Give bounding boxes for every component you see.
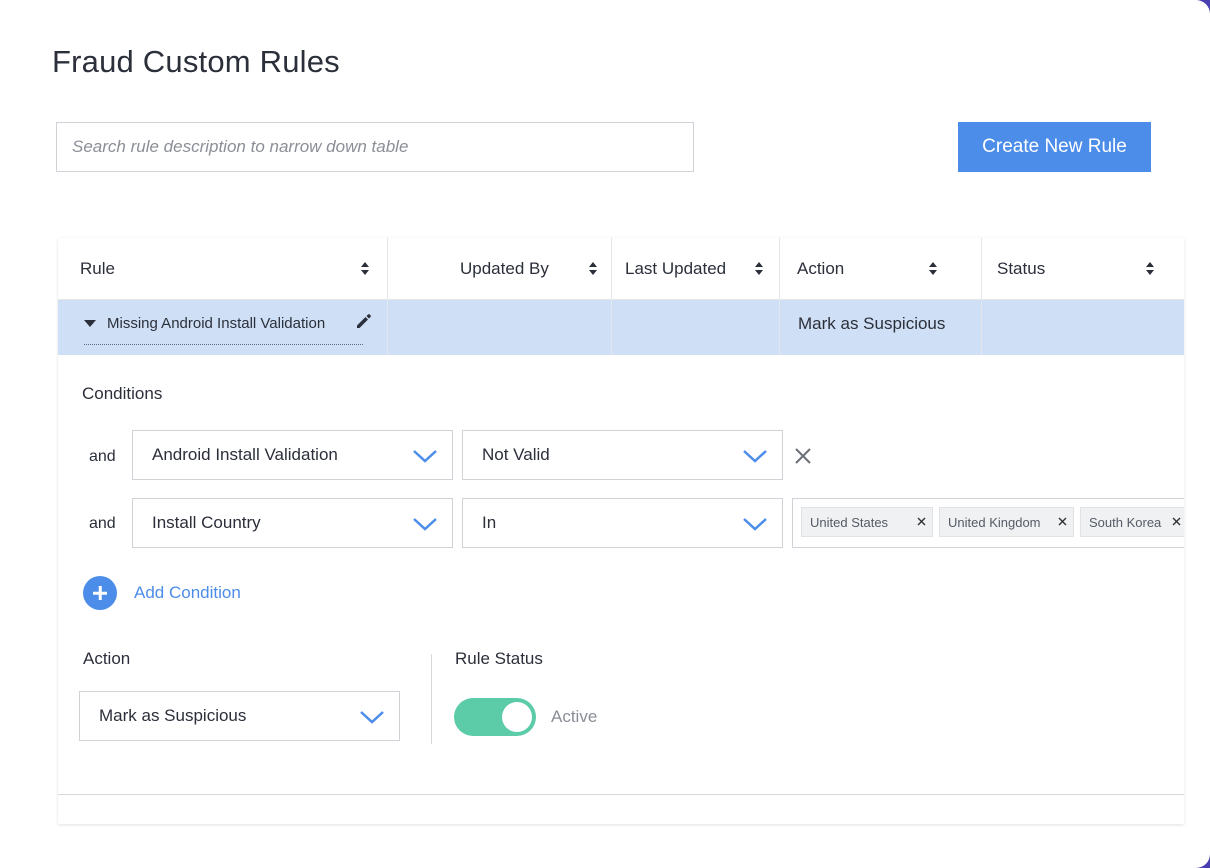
rule-cell: Missing Android Install Validation: [58, 300, 388, 355]
updated-by-cell: [388, 300, 612, 355]
tag-label: United Kingdom: [948, 514, 1041, 530]
action-label: Action: [83, 649, 131, 668]
close-icon[interactable]: [793, 446, 813, 466]
column-header-status[interactable]: Status: [982, 238, 1184, 300]
column-header-rule[interactable]: Rule: [58, 238, 388, 300]
caret-down-icon[interactable]: [84, 320, 96, 327]
select-value: Not Valid: [482, 445, 550, 464]
sort-icon[interactable]: [361, 262, 371, 276]
conjunction-label: and: [89, 448, 116, 465]
chevron-down-icon: [413, 518, 437, 531]
condition-operator-select[interactable]: In: [462, 498, 783, 548]
rule-name: Missing Android Install Validation: [107, 315, 326, 332]
sort-icon[interactable]: [755, 262, 765, 276]
rule-status-label: Rule Status: [455, 649, 543, 668]
rules-table: Rule Updated By Last Updated Action Stat…: [58, 238, 1184, 824]
plus-circle-icon[interactable]: [83, 576, 117, 610]
table-row[interactable]: Missing Android Install Validation Mark …: [58, 300, 1184, 355]
sort-icon[interactable]: [929, 262, 939, 276]
row-action-value: Mark as Suspicious: [798, 314, 946, 333]
tag: South Korea: [1080, 507, 1184, 537]
column-label: Updated By: [460, 259, 549, 278]
status-cell: [982, 300, 1184, 355]
column-label: Rule: [80, 259, 115, 278]
select-value: Mark as Suspicious: [99, 706, 247, 725]
search-input[interactable]: [56, 122, 694, 172]
select-value: Android Install Validation: [152, 445, 338, 464]
column-header-action[interactable]: Action: [780, 238, 982, 300]
tag-label: South Korea: [1089, 514, 1162, 530]
tag: United Kingdom: [939, 507, 1074, 537]
chevron-down-icon: [360, 711, 384, 724]
rules-card: Fraud Custom Rules Create New Rule Rule …: [0, 0, 1210, 868]
column-header-last-updated[interactable]: Last Updated: [612, 238, 780, 300]
page-title: Fraud Custom Rules: [52, 44, 340, 79]
divider: [431, 654, 432, 744]
chevron-down-icon: [743, 518, 767, 531]
pencil-icon[interactable]: [354, 311, 374, 331]
condition-field-select[interactable]: Android Install Validation: [132, 430, 453, 480]
table-header: Rule Updated By Last Updated Action Stat…: [58, 238, 1184, 300]
close-icon[interactable]: [1172, 517, 1181, 526]
column-label: Last Updated: [625, 259, 727, 278]
conjunction-label: and: [89, 515, 116, 532]
column-label: Action: [797, 259, 845, 278]
country-multiselect[interactable]: United States United Kingdom South Korea: [792, 498, 1184, 548]
tag: United States: [801, 507, 933, 537]
toggle-knob: [502, 702, 532, 732]
sort-icon[interactable]: [589, 262, 599, 276]
close-icon[interactable]: [917, 517, 926, 526]
rule-status-toggle[interactable]: [454, 698, 536, 736]
conditions-label: Conditions: [82, 384, 163, 403]
add-condition-button[interactable]: Add Condition: [83, 576, 241, 610]
add-condition-label[interactable]: Add Condition: [134, 583, 241, 603]
tag-label: United States: [810, 514, 889, 530]
sort-icon[interactable]: [1146, 262, 1156, 276]
last-updated-cell: [612, 300, 780, 355]
close-icon[interactable]: [1058, 517, 1067, 526]
chevron-down-icon: [413, 450, 437, 463]
condition-field-select[interactable]: Install Country: [132, 498, 453, 548]
create-new-rule-button[interactable]: Create New Rule: [958, 122, 1151, 172]
chevron-down-icon: [743, 450, 767, 463]
rule-status-text: Active: [551, 707, 598, 726]
select-value: Install Country: [152, 513, 261, 532]
divider: [58, 794, 1184, 795]
column-label: Status: [997, 259, 1046, 278]
action-select[interactable]: Mark as Suspicious: [79, 691, 400, 741]
rule-name-toggle[interactable]: Missing Android Install Validation: [84, 314, 371, 345]
column-header-updated-by[interactable]: Updated By: [388, 238, 612, 300]
condition-operator-select[interactable]: Not Valid: [462, 430, 783, 480]
select-value: In: [482, 513, 497, 532]
